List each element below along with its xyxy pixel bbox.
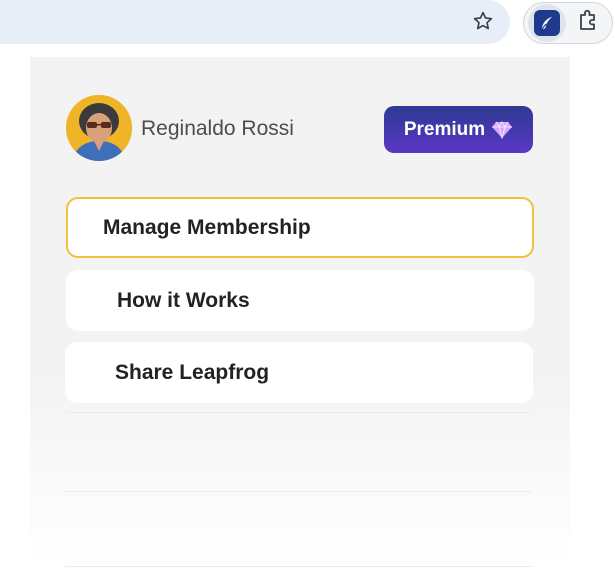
menu-item-label: How it Works [117, 288, 250, 312]
star-icon [472, 10, 494, 37]
bookmark-star-button[interactable] [468, 8, 498, 38]
browser-toolbar [0, 0, 615, 46]
premium-button[interactable]: Premium [384, 106, 533, 153]
extension-popup: Reginaldo Rossi Premium Manage Membershi… [30, 57, 570, 568]
leapfrog-feather-icon [534, 10, 560, 36]
premium-label: Premium [403, 118, 486, 140]
menu-item-label: Manage Membership [103, 215, 311, 239]
browser-window: Reginaldo Rossi Premium Manage Membershi… [0, 0, 615, 568]
user-avatar [66, 95, 132, 161]
gem-icon [491, 120, 513, 139]
divider [65, 412, 532, 413]
divider [65, 566, 532, 567]
extensions-menu-button[interactable] [574, 6, 604, 38]
menu-item-how-it-works[interactable]: How it Works [66, 270, 534, 331]
menu-item-label: Share Leapfrog [115, 360, 270, 384]
address-bar[interactable] [0, 0, 510, 44]
leapfrog-extension-button[interactable] [528, 4, 566, 42]
user-name: Reginaldo Rossi [141, 117, 294, 140]
puzzle-piece-icon [577, 7, 601, 38]
menu-item-manage-membership[interactable]: Manage Membership [66, 197, 534, 258]
divider [65, 491, 532, 492]
menu-item-share-leapfrog[interactable]: Share Leapfrog [65, 342, 533, 403]
